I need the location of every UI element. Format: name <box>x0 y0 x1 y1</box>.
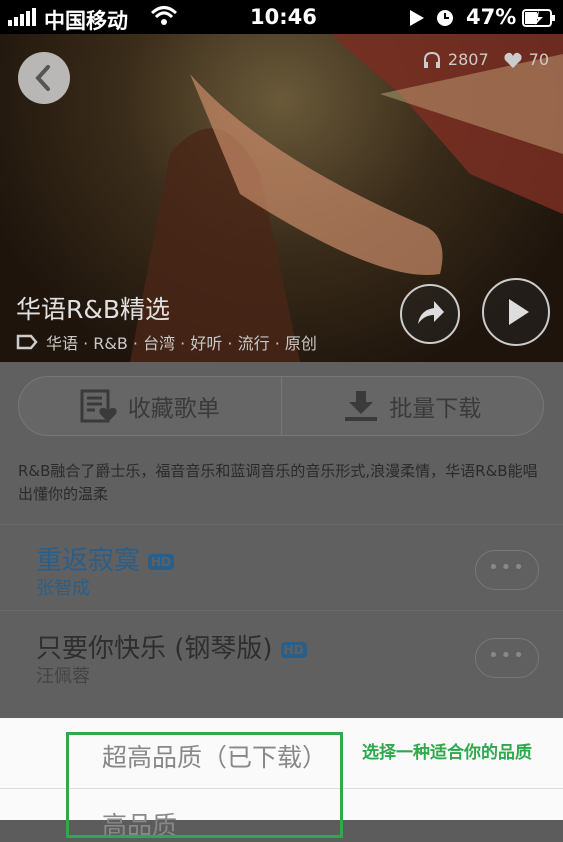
tag-icon <box>16 334 38 350</box>
back-button[interactable] <box>18 52 70 104</box>
status-bar: 中国移动 10:46 47% <box>0 0 563 34</box>
annotation-text: 选择一种适合你的品质 <box>362 743 532 763</box>
collect-playlist-icon <box>80 389 117 423</box>
collect-button[interactable]: 收藏歌单 <box>19 377 281 435</box>
share-icon <box>418 301 444 324</box>
stats: 2807 70 <box>422 50 549 69</box>
playlist-description: R&B融合了爵士乐，福音音乐和蓝调音乐的音乐形式,浪漫柔情，华语R&B能唱出懂你… <box>18 462 538 503</box>
song-artist: 张智成 <box>36 578 90 599</box>
song-more-button[interactable]: ••• <box>475 550 539 590</box>
download-label: 批量下载 <box>389 396 482 422</box>
playlist-title: 华语R&B精选 <box>16 295 171 324</box>
play-status-icon <box>408 8 426 32</box>
song-title[interactable]: 只要你快乐 (钢琴版) HD <box>36 628 307 665</box>
wifi-icon <box>150 4 178 33</box>
batch-download-button[interactable]: 批量下载 <box>280 377 544 435</box>
download-icon <box>345 391 378 421</box>
song-artist: 汪佩蓉 <box>36 666 90 687</box>
time-label: 10:46 <box>250 5 317 29</box>
hd-badge: HD <box>148 553 175 570</box>
song-title[interactable]: 重返寂寞 HD <box>36 540 175 577</box>
chevron-left-icon <box>35 65 50 91</box>
clock-icon <box>436 8 454 32</box>
headphones-icon <box>423 51 440 68</box>
play-button[interactable] <box>482 278 550 346</box>
tags-text: 华语 · R&B · 台湾 · 好听 · 流行 · 原创 <box>46 334 317 353</box>
song-more-button[interactable]: ••• <box>475 638 539 678</box>
hd-badge: HD <box>280 641 307 658</box>
signal-icon <box>8 8 36 26</box>
play-icon <box>509 299 529 325</box>
share-button[interactable] <box>400 284 460 344</box>
playlist-cover: 2807 70 华语R&B精选 华语 · R&B · 台湾 · 好听 · 流行 … <box>0 34 563 362</box>
carrier-label: 中国移动 <box>44 9 128 33</box>
collect-label: 收藏歌单 <box>127 396 220 422</box>
battery-percent: 47% <box>466 5 517 29</box>
divider <box>0 610 563 611</box>
play-count: 2807 <box>447 50 489 69</box>
battery-charging-icon <box>522 8 556 32</box>
like-count: 70 <box>528 50 549 69</box>
heart-icon <box>504 52 522 68</box>
tag-list: 华语 · R&B · 台湾 · 好听 · 流行 · 原创 <box>16 330 317 354</box>
divider <box>0 524 563 525</box>
action-bar: 收藏歌单 批量下载 <box>18 376 544 436</box>
playlist-content: 收藏歌单 批量下载 R&B融合了爵士乐，福音音乐和蓝调音乐的音乐形式,浪漫柔情，… <box>0 362 563 718</box>
annotation-highlight-box <box>66 732 343 838</box>
